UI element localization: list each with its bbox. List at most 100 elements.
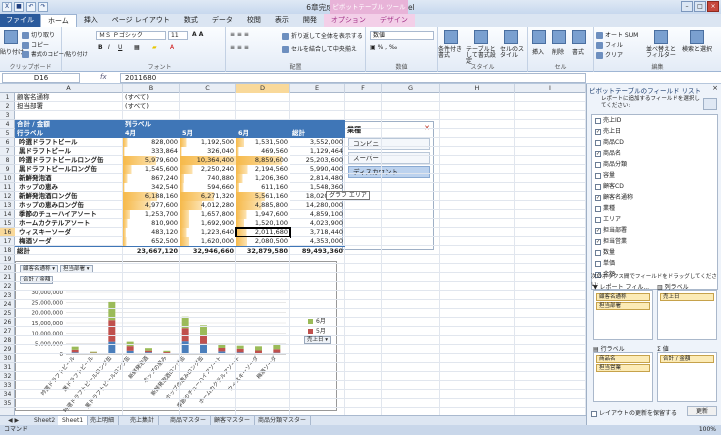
pivot-month-header[interactable]: 5月 bbox=[180, 129, 236, 138]
row-header-11[interactable]: 11 bbox=[0, 183, 15, 192]
pivot-row-item[interactable]: ホームカクテルアソート bbox=[15, 219, 123, 228]
column-header-c[interactable]: C bbox=[180, 84, 236, 93]
field-checkbox[interactable]: ✓ bbox=[595, 227, 601, 234]
pivot-value-cell[interactable]: 2,250,240 bbox=[180, 165, 236, 174]
tab-home[interactable]: ホーム bbox=[40, 14, 77, 27]
grand-total-value[interactable]: 32,946,660 bbox=[180, 246, 236, 255]
formula-input[interactable]: 2011680 bbox=[120, 73, 586, 83]
pivot-row-item[interactable]: 新鮮発泡酒ロング缶 bbox=[15, 192, 123, 201]
grand-total-label[interactable]: 総計 bbox=[15, 246, 123, 255]
pivot-col-label[interactable]: 列ラベル bbox=[123, 120, 345, 129]
pivot-value-cell[interactable]: 25,203,600 bbox=[290, 156, 345, 165]
pivot-value-cell[interactable]: 469,560 bbox=[236, 147, 290, 156]
pivot-value-cell[interactable]: 483,120 bbox=[123, 228, 180, 237]
pivot-row-item[interactable]: 季節のチューハイアソート bbox=[15, 210, 123, 219]
pivot-row-item[interactable]: 吟選ドラフトビールロング缶 bbox=[15, 156, 123, 165]
tab-review[interactable]: 校閲 bbox=[240, 14, 268, 27]
slicer-item-convenience[interactable]: コンビニ bbox=[348, 138, 430, 150]
pivot-value-cell[interactable]: 1,531,500 bbox=[236, 138, 290, 147]
row-header-26[interactable]: 26 bbox=[0, 318, 15, 327]
field-item[interactable]: ✓ 担当営業 bbox=[595, 238, 627, 246]
pivot-value-cell[interactable]: 4,859,100 bbox=[290, 210, 345, 219]
tab-page-layout[interactable]: ページ レイアウト bbox=[105, 14, 177, 27]
row-header-29[interactable]: 29 bbox=[0, 345, 15, 354]
pivot-filter-label[interactable]: 顧客名通称 bbox=[15, 93, 123, 102]
pivot-month-header[interactable]: 4月 bbox=[123, 129, 180, 138]
pivot-row-item[interactable]: ホップの恵みロング缶 bbox=[15, 201, 123, 210]
pivot-filter-value[interactable]: (すべて) bbox=[123, 102, 180, 111]
row-header-25[interactable]: 25 bbox=[0, 309, 15, 318]
close-button[interactable]: × bbox=[707, 1, 719, 12]
field-item[interactable]: 単価 bbox=[595, 260, 615, 268]
row-header-7[interactable]: 7 bbox=[0, 147, 15, 156]
field-checkbox[interactable] bbox=[595, 172, 601, 179]
row-header-15[interactable]: 15 bbox=[0, 219, 15, 228]
font-name-select[interactable]: ＭＳ Ｐゴシック bbox=[96, 31, 166, 40]
pivot-value-cell[interactable]: 4,353,000 bbox=[290, 237, 345, 246]
pivot-value-cell[interactable]: 1,206,360 bbox=[236, 174, 290, 183]
pivot-filter-label[interactable]: 担当部署 bbox=[15, 102, 123, 111]
zoom-level[interactable]: 100% bbox=[699, 425, 716, 435]
row-header-34[interactable]: 34 bbox=[0, 390, 15, 399]
row-header-33[interactable]: 33 bbox=[0, 381, 15, 390]
defer-update-checkbox[interactable]: レイアウトの更新を保留する bbox=[591, 408, 677, 417]
pivot-value-cell[interactable]: 2,011,680 bbox=[235, 227, 291, 238]
field-item[interactable]: ✓ 顧客名通称 bbox=[595, 194, 633, 202]
pivot-value-cell[interactable]: 3,552,000 bbox=[290, 138, 345, 147]
field-item[interactable]: 商品分類 bbox=[595, 161, 627, 169]
field-item[interactable]: 顧客CD bbox=[595, 183, 624, 191]
pivot-value-cell[interactable]: 14,280,000 bbox=[290, 201, 345, 210]
field-checkbox[interactable] bbox=[595, 117, 601, 124]
pivot-value-cell[interactable]: 2,080,500 bbox=[236, 237, 290, 246]
tab-formulas[interactable]: 数式 bbox=[177, 14, 205, 27]
field-checkbox[interactable]: ✓ bbox=[595, 194, 601, 201]
pivot-value-cell[interactable]: 611,160 bbox=[236, 183, 290, 192]
column-header-a[interactable]: A bbox=[15, 84, 123, 93]
grow-font-button[interactable]: A A bbox=[192, 31, 203, 38]
field-item[interactable]: 容量 bbox=[595, 172, 615, 180]
row-header-28[interactable]: 28 bbox=[0, 336, 15, 345]
find-select-button[interactable]: 検索と選択 bbox=[682, 47, 712, 53]
pivot-value-cell[interactable]: 5,561,160 bbox=[236, 192, 290, 201]
row-header-1[interactable]: 1 bbox=[0, 93, 15, 102]
columns-area[interactable]: 売上日 bbox=[657, 290, 717, 340]
minimize-button[interactable]: – bbox=[681, 1, 693, 12]
cell-styles-button[interactable]: セルのスタイル bbox=[500, 47, 526, 59]
pivot-value-cell[interactable]: 1,223,640 bbox=[180, 228, 236, 237]
pivot-value-cell[interactable]: 5,990,400 bbox=[290, 165, 345, 174]
currency-icon[interactable]: ▣ % , ‰ bbox=[370, 44, 397, 51]
pivot-value-cell[interactable]: 867,240 bbox=[123, 174, 180, 183]
pivot-value-cell[interactable]: 1,545,600 bbox=[123, 165, 180, 174]
pivot-value-cell[interactable]: 1,947,600 bbox=[236, 210, 290, 219]
legend-field-button[interactable]: 売上日 ▾ bbox=[304, 336, 332, 344]
field-item[interactable]: 商品CD bbox=[595, 139, 624, 147]
row-header-13[interactable]: 13 bbox=[0, 201, 15, 210]
row-header-18[interactable]: 18 bbox=[0, 246, 15, 255]
pivot-value-cell[interactable]: 594,660 bbox=[180, 183, 236, 192]
column-header-i[interactable]: I bbox=[515, 84, 586, 93]
rows-area[interactable]: 商品名 担当営業 bbox=[593, 352, 653, 402]
pivot-value-cell[interactable]: 6,188,160 bbox=[123, 192, 180, 201]
format-painter-button[interactable]: 書式のコピー/貼り付け bbox=[22, 50, 88, 58]
name-box[interactable]: D16 bbox=[2, 73, 80, 83]
row-header-12[interactable]: 12 bbox=[0, 192, 15, 201]
insert-cells-button[interactable]: 挿入 bbox=[532, 47, 544, 56]
row-header-31[interactable]: 31 bbox=[0, 363, 15, 372]
field-checkbox[interactable] bbox=[595, 161, 601, 168]
row-header-22[interactable]: 22 bbox=[0, 282, 15, 291]
align-left-icon[interactable]: ≡ ≡ ≡ bbox=[230, 44, 249, 51]
bold-button[interactable]: B bbox=[98, 44, 103, 51]
maximize-button[interactable]: □ bbox=[694, 1, 706, 12]
field-checkbox[interactable]: ✓ bbox=[595, 150, 601, 157]
pivot-value-cell[interactable]: 1,692,900 bbox=[180, 219, 236, 228]
wrap-text-button[interactable]: 折り返して全体を表示する bbox=[282, 31, 363, 40]
worksheet-grid[interactable]: ABCDEFGHI 1 2 3 4 5 6 7 8 9 10 11 12 13 14 15 16 17 18 19 2… bbox=[0, 84, 586, 415]
number-format-select[interactable]: 数値 bbox=[370, 31, 434, 40]
border-icon[interactable]: ▦ bbox=[134, 44, 140, 51]
pivot-value-cell[interactable]: 1,129,464 bbox=[290, 147, 345, 156]
copy-button[interactable]: コピー bbox=[22, 40, 49, 49]
row-header-20[interactable]: 20 bbox=[0, 264, 15, 273]
pivot-value-cell[interactable]: 4,012,280 bbox=[180, 201, 236, 210]
row-header-14[interactable]: 14 bbox=[0, 210, 15, 219]
pivot-row-item[interactable]: 吟選ドラフトビール bbox=[15, 138, 123, 147]
